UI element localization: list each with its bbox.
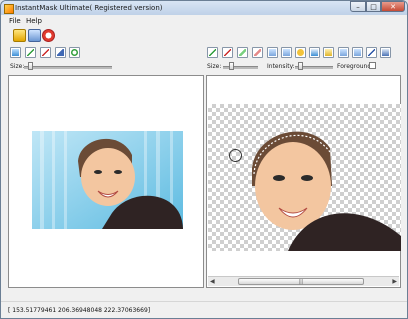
eraser-icon[interactable] <box>55 47 66 58</box>
mask-icon[interactable] <box>323 47 334 58</box>
mask-icon[interactable] <box>338 47 349 58</box>
blue-brush-icon[interactable] <box>366 47 377 58</box>
menu-bar: File Help <box>1 15 407 26</box>
menu-file[interactable]: File <box>9 17 21 25</box>
brush-cursor <box>229 149 242 162</box>
right-size-slider-thumb[interactable] <box>229 62 234 70</box>
window-title: InstantMask Ultimate( Registered version… <box>15 4 163 12</box>
red-brush-icon[interactable] <box>40 47 51 58</box>
scroll-left-icon[interactable]: ◀ <box>210 277 215 286</box>
red-marker-icon[interactable] <box>252 47 263 58</box>
original-photo <box>32 131 183 229</box>
status-bar: [ 153.51779461 206.36948048 222.37063669… <box>1 301 407 318</box>
intensity-slider-thumb[interactable] <box>298 62 303 70</box>
restore-icon[interactable] <box>309 47 320 58</box>
select-tool-icon[interactable] <box>10 47 21 58</box>
mask-icon[interactable] <box>352 47 363 58</box>
save-icon[interactable] <box>28 29 41 42</box>
title-bar: InstantMask Ultimate( Registered version… <box>1 1 407 15</box>
main-toolbar <box>1 26 407 45</box>
red-pen-icon[interactable] <box>222 47 233 58</box>
close-button[interactable]: ✕ <box>381 1 405 12</box>
green-brush-icon[interactable] <box>25 47 36 58</box>
help-lifebuoy-icon[interactable] <box>42 29 55 42</box>
original-image-panel[interactable] <box>8 75 204 288</box>
maximize-button[interactable]: □ <box>366 1 381 12</box>
mask-icon[interactable] <box>267 47 278 58</box>
close-icon: ✕ <box>390 3 396 11</box>
left-size-slider-thumb[interactable] <box>28 62 33 70</box>
status-coordinates: [ 153.51779461 206.36948048 222.37063669… <box>8 307 151 314</box>
masked-image-panel[interactable]: ◀ ||| ▶ <box>206 75 401 288</box>
left-size-label: Size: <box>10 63 25 70</box>
minimize-button[interactable]: – <box>350 1 366 12</box>
app-window: InstantMask Ultimate( Registered version… <box>0 0 408 319</box>
foreground-checkbox[interactable] <box>369 62 376 69</box>
grip-icon: ||| <box>298 279 304 285</box>
refresh-icon[interactable] <box>69 47 80 58</box>
horizontal-scrollbar[interactable]: ◀ ||| ▶ <box>208 276 399 286</box>
menu-help[interactable]: Help <box>26 17 42 25</box>
maximize-icon: □ <box>370 3 377 11</box>
tools-toolbar: Size: Size: Intensity: Foreground: <box>1 44 407 74</box>
foreground-label: Foreground: <box>337 63 374 70</box>
intensity-label: Intensity: <box>267 63 295 70</box>
open-icon[interactable] <box>13 29 26 42</box>
scroll-right-icon[interactable]: ▶ <box>392 277 397 286</box>
left-size-slider[interactable] <box>24 66 112 69</box>
mask-icon[interactable] <box>281 47 292 58</box>
green-marker-icon[interactable] <box>237 47 248 58</box>
scrollbar-thumb[interactable]: ||| <box>238 278 364 285</box>
right-size-label: Size: <box>207 63 222 70</box>
layers-icon[interactable] <box>380 47 391 58</box>
app-icon <box>4 4 14 14</box>
color-icon[interactable] <box>295 47 306 58</box>
green-pen-icon[interactable] <box>207 47 218 58</box>
transparency-canvas[interactable] <box>208 104 401 251</box>
minimize-icon: – <box>356 3 360 11</box>
